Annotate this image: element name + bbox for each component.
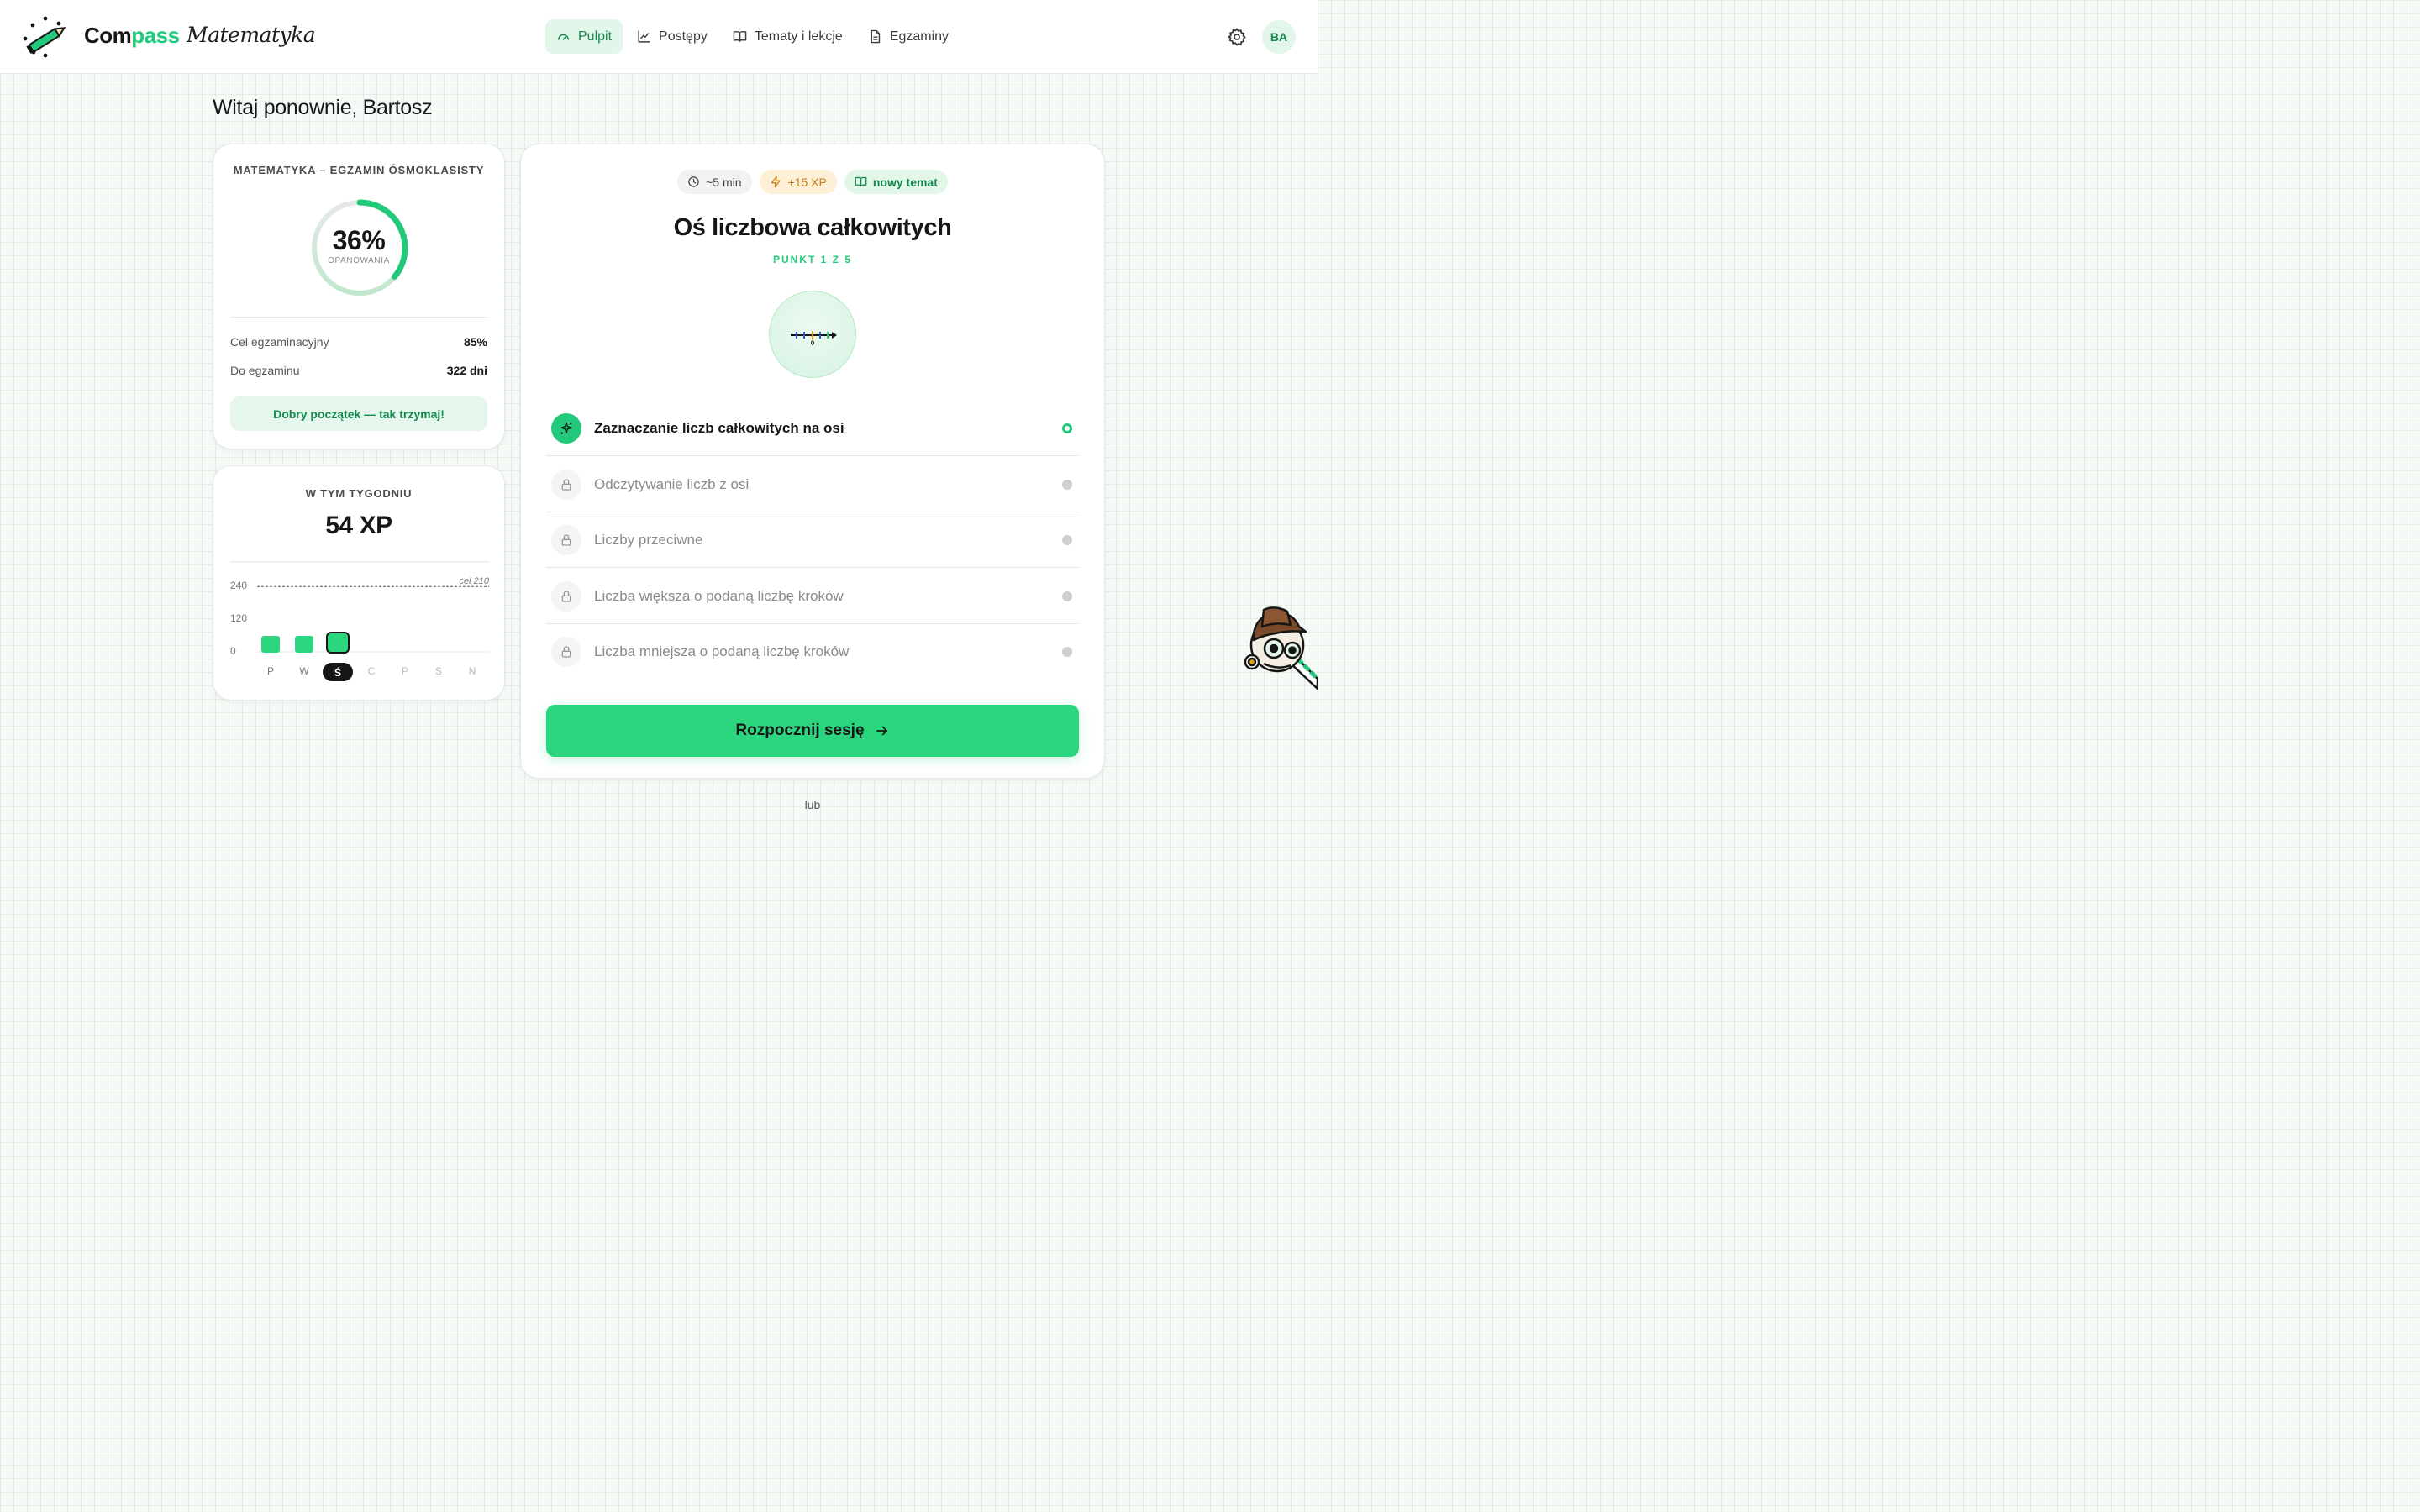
main-nav: Pulpit Postępy Tematy i lekcje Egzaminy (545, 19, 963, 54)
lesson-item-3[interactable]: Liczby przeciwne (546, 512, 1079, 568)
welcome-heading: Witaj ponownie, Bartosz (213, 96, 433, 119)
book-open-icon (855, 176, 867, 187)
goal-label: cel 210 (460, 576, 490, 586)
or-separator-text: lub (804, 798, 821, 811)
encouragement-banner: Dobry początek — tak trzymaj! (230, 396, 487, 431)
book-icon (733, 31, 747, 42)
lesson-item-2-icon-wrap (551, 470, 581, 500)
gauge-icon (558, 34, 569, 40)
x-tick-label: N (469, 665, 476, 677)
start-session-button[interactable]: Rozpocznij sesję (546, 705, 1079, 757)
nav-pulpit[interactable]: Pulpit (545, 19, 623, 54)
topic-illustration (769, 291, 856, 378)
start-session-label: Rozpocznij sesję (735, 722, 865, 739)
brand-part1: Com (84, 23, 132, 48)
brand-name[interactable]: Compass (84, 23, 180, 49)
lesson-item-1-icon-wrap (551, 413, 581, 444)
weekly-xp-value: 54 XP (325, 512, 392, 539)
gear-icon[interactable] (1227, 27, 1247, 47)
mastery-card-title: MATEMATYKA – EGZAMIN ÓSMOKLASISTY (233, 164, 485, 176)
lesson-item-4-label: Liczba większa o podaną liczbę kroków (594, 588, 844, 604)
lesson-item-1[interactable]: Zaznaczanie liczb całkowitych na osi (546, 401, 1079, 456)
duration-pill: ~5 min (677, 170, 752, 194)
days-to-exam-value: 322 dni (446, 364, 487, 377)
compass-logo-icon[interactable] (22, 15, 71, 59)
arrow-right-icon (876, 726, 887, 736)
lesson-item-4-icon-wrap (551, 581, 581, 612)
lesson-item-3-icon-wrap (551, 525, 581, 555)
nav-tematy[interactable]: Tematy i lekcje (722, 19, 854, 54)
lesson-item-5-label: Liczba mniejsza o podaną liczbę kroków (594, 643, 850, 659)
lesson-status-indicator (1062, 535, 1072, 545)
duration-pill-label: ~5 min (706, 175, 742, 189)
explorer-mascot-icon[interactable] (1239, 601, 1318, 694)
y-tick-label: 120 (230, 612, 247, 624)
y-tick-label: 240 (230, 580, 247, 591)
clock-icon (688, 176, 699, 187)
lock-icon (561, 534, 571, 546)
top-header: Compass Matematyka Pulpit Postępy Tematy… (0, 0, 1318, 74)
exam-target-value: 85% (463, 335, 487, 349)
weekly-xp-title: W TYM TYGODNIU (305, 487, 413, 500)
exam-target-label: Cel egzaminacyjny (230, 335, 329, 349)
user-avatar[interactable]: BA (1262, 20, 1296, 54)
bar-day-2 (295, 636, 313, 653)
nav-postepy[interactable]: Postępy (626, 19, 718, 54)
nav-pulpit-label: Pulpit (578, 29, 613, 44)
lesson-status-indicator (1062, 480, 1072, 490)
nav-tematy-label: Tematy i lekcje (754, 29, 843, 44)
lesson-status-indicator (1062, 423, 1072, 433)
days-to-exam-label: Do egzaminu (230, 364, 300, 377)
lock-icon (561, 591, 571, 602)
weekly-xp-card: W TYM TYGODNIU 54 XP 240 120 0 cel 210 P W Ś C P… (213, 465, 505, 701)
new-topic-pill: nowy temat (844, 170, 948, 194)
lesson-status-indicator (1062, 591, 1072, 601)
x-tick-label: Ś (334, 666, 341, 679)
line-chart-icon (638, 30, 650, 43)
new-topic-pill-label: nowy temat (872, 175, 938, 189)
days-to-exam-row: Do egzaminu 322 dni (230, 364, 487, 377)
lesson-item-2-label: Odczytywanie liczb z osi (594, 476, 750, 492)
lesson-item-3-label: Liczby przeciwne (594, 532, 703, 548)
lock-icon (561, 479, 571, 491)
topic-progress-label: PUNKT 1 Z 5 (772, 254, 852, 265)
brand-part2: pass (131, 23, 180, 48)
lesson-item-5-icon-wrap (551, 637, 581, 667)
lesson-item-5[interactable]: Liczba mniejsza o podaną liczbę kroków (546, 624, 1079, 680)
xp-pill: +15 XP (759, 170, 837, 194)
x-tick-label: P (402, 665, 408, 677)
lesson-item-4[interactable]: Liczba większa o podaną liczbę kroków (546, 569, 1079, 624)
nav-egzaminy-label: Egzaminy (889, 29, 950, 44)
lesson-item-1-label: Zaznaczanie liczb całkowitych na osi (594, 420, 844, 436)
brand-subtitle: Matematyka (187, 23, 316, 47)
xp-pill-label: +15 XP (787, 175, 827, 189)
x-tick-label: W (299, 665, 309, 677)
nav-egzaminy[interactable]: Egzaminy (857, 19, 960, 54)
x-tick-label: S (435, 665, 442, 677)
weekly-xp-chart: 240 120 0 cel 210 P W Ś C P S N (230, 561, 490, 681)
bar-day-3 (326, 632, 350, 654)
divider (230, 317, 487, 318)
bar-day-1 (261, 636, 280, 653)
mastery-percent: 36% (332, 225, 386, 255)
number-line-icon (791, 331, 837, 345)
lightning-icon (771, 176, 781, 188)
document-icon (871, 29, 880, 44)
lesson-meta-pills: ~5 min +15 XP nowy temat (521, 170, 1104, 194)
topic-title: Oś liczbowa całkowitych (673, 214, 952, 241)
lesson-item-2[interactable]: Odczytywanie liczb z osi (546, 457, 1079, 512)
nav-postepy-label: Postępy (659, 29, 708, 44)
x-tick-label: C (368, 665, 376, 677)
lock-icon (561, 646, 571, 658)
mastery-caption: OPANOWANIA (328, 256, 390, 265)
exam-target-row: Cel egzaminacyjny 85% (230, 335, 487, 349)
x-tick-label: P (267, 665, 274, 677)
sparkle-icon (560, 422, 572, 434)
lesson-status-indicator (1062, 647, 1072, 657)
mastery-card: MATEMATYKA – EGZAMIN ÓSMOKLASISTY 36% OP… (213, 144, 505, 449)
y-tick-label: 0 (230, 645, 236, 657)
lesson-card: ~5 min +15 XP nowy temat Oś liczbowa cał… (520, 144, 1105, 779)
